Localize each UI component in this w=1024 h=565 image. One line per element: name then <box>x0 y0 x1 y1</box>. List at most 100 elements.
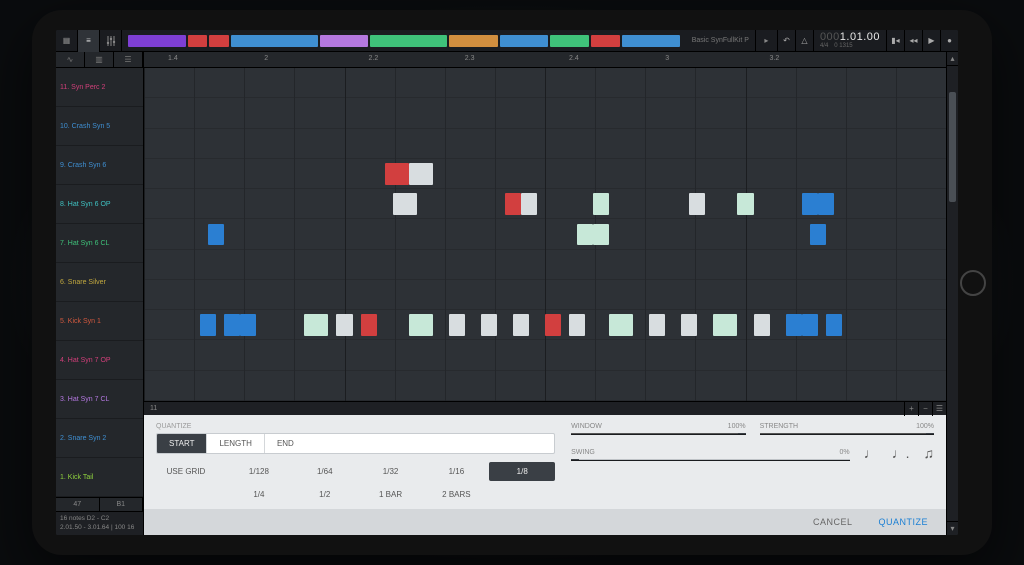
note[interactable] <box>361 314 377 336</box>
note[interactable] <box>609 314 633 336</box>
track-row[interactable]: 8. Hat Syn 6 OP <box>56 185 143 224</box>
note[interactable] <box>593 193 609 215</box>
undo-icon[interactable]: ↶ <box>777 30 795 51</box>
note[interactable] <box>505 193 521 215</box>
quantize-tab[interactable]: END <box>265 434 306 453</box>
metronome-icon[interactable]: △ <box>795 30 813 51</box>
swing-note-icons[interactable]: ♩ ♩. ♫ <box>864 445 934 461</box>
note-dotted-icon[interactable]: ♩. <box>892 445 910 461</box>
note[interactable] <box>449 314 465 336</box>
note[interactable] <box>224 314 240 336</box>
note-eighths-icon[interactable]: ♫ <box>924 445 935 461</box>
note[interactable] <box>569 314 585 336</box>
track-row[interactable]: 3. Hat Syn 7 CL <box>56 380 143 419</box>
note[interactable] <box>826 314 842 336</box>
grid-option[interactable]: 1/2 <box>292 485 358 504</box>
track-row[interactable]: 7. Hat Syn 6 CL <box>56 224 143 263</box>
scroll-down-icon[interactable]: ▾ <box>947 521 958 535</box>
quantize-button[interactable]: QUANTIZE <box>878 517 928 527</box>
track-row[interactable]: 11. Syn Perc 2 <box>56 68 143 107</box>
note[interactable] <box>713 314 737 336</box>
view-song-icon[interactable]: ▦ <box>56 30 78 52</box>
top-bar: ▦ ≡ Basic SynFullKit P ▸ ↶ △ 0001.01.00 … <box>56 30 958 52</box>
grid-options[interactable]: 1/1281/641/321/161/8 1/41/21 BAR2 BARS <box>226 462 555 504</box>
grid-option[interactable]: 1 BAR <box>358 485 424 504</box>
track-row[interactable]: 9. Crash Syn 6 <box>56 146 143 185</box>
swing-slider[interactable]: SWING0% <box>571 449 849 461</box>
track-row[interactable]: 1. Kick Tail <box>56 458 143 497</box>
play-overview-icon[interactable]: ▸ <box>755 30 777 52</box>
grid-option[interactable]: 1/64 <box>292 462 358 481</box>
view-edit-icon[interactable]: ≡ <box>78 30 100 52</box>
note[interactable] <box>810 224 826 246</box>
note[interactable] <box>409 314 433 336</box>
scroll-thumb[interactable] <box>949 92 956 202</box>
tool-select-icon[interactable]: ☰ <box>114 52 143 67</box>
track-row[interactable]: 2. Snare Syn 2 <box>56 419 143 458</box>
tablet-frame: ▦ ≡ Basic SynFullKit P ▸ ↶ △ 0001.01.00 … <box>32 10 992 555</box>
note[interactable] <box>818 193 834 215</box>
grid-option[interactable]: 1/8 <box>489 462 555 481</box>
selection-info: 16 notes D2 - C2 2.01.50 - 3.01.64 | 100… <box>56 511 143 535</box>
track-row[interactable]: 10. Crash Syn 5 <box>56 107 143 146</box>
quantize-tab[interactable]: LENGTH <box>207 434 264 453</box>
lane-add-icon[interactable]: + <box>904 402 918 416</box>
window-slider[interactable]: WINDOW100% <box>571 423 745 435</box>
note[interactable] <box>393 193 417 215</box>
grid-option[interactable]: 1/4 <box>226 485 292 504</box>
note[interactable] <box>521 193 537 215</box>
note[interactable] <box>513 314 529 336</box>
record-icon[interactable]: ● <box>940 30 958 51</box>
note[interactable] <box>689 193 705 215</box>
note[interactable] <box>737 193 753 215</box>
timeline-ruler[interactable]: 1.422.22.32.433.2 <box>144 52 946 68</box>
lane-remove-icon[interactable]: − <box>918 402 932 416</box>
note[interactable] <box>385 163 409 185</box>
note[interactable] <box>802 193 818 215</box>
lane-menu-icon[interactable]: ☰ <box>932 402 946 416</box>
note[interactable] <box>200 314 216 336</box>
timecode[interactable]: 0001.01.00 4/40 1315 <box>813 30 886 51</box>
note[interactable] <box>481 314 497 336</box>
grid-option[interactable]: 2 BARS <box>423 485 489 504</box>
goto-start-icon[interactable]: ▮◂ <box>886 30 904 51</box>
note[interactable] <box>409 163 433 185</box>
note-quarter-icon[interactable]: ♩ <box>864 445 878 461</box>
vertical-scrollbar[interactable]: ▴ ▾ <box>946 52 958 535</box>
quantize-tab[interactable]: START <box>157 434 207 453</box>
note[interactable] <box>593 224 609 246</box>
transport: ↶ △ 0001.01.00 4/40 1315 ▮◂ ◂◂ ▶ ● <box>777 30 958 51</box>
note[interactable] <box>240 314 256 336</box>
arrangement-overview[interactable] <box>128 35 680 47</box>
note-grid[interactable] <box>144 68 946 401</box>
note[interactable] <box>208 224 224 246</box>
quantize-mode-segment[interactable]: STARTLENGTHEND <box>156 433 555 454</box>
grid-option[interactable]: 1/32 <box>358 462 424 481</box>
note[interactable] <box>304 314 328 336</box>
note[interactable] <box>754 314 770 336</box>
note[interactable] <box>802 314 818 336</box>
note[interactable] <box>681 314 697 336</box>
scroll-up-icon[interactable]: ▴ <box>947 52 958 66</box>
rewind-icon[interactable]: ◂◂ <box>904 30 922 51</box>
track-row[interactable]: 4. Hat Syn 7 OP <box>56 341 143 380</box>
tool-grid-icon[interactable]: ▥ <box>85 52 114 67</box>
note[interactable] <box>786 314 802 336</box>
note[interactable] <box>336 314 352 336</box>
note[interactable] <box>649 314 665 336</box>
grid-option[interactable]: 1/16 <box>423 462 489 481</box>
track-row[interactable]: 5. Kick Syn 1 <box>56 302 143 341</box>
view-mixer-icon[interactable] <box>100 30 122 52</box>
note[interactable] <box>577 224 593 246</box>
use-grid-label: USE GRID <box>156 462 216 476</box>
note[interactable] <box>545 314 561 336</box>
cancel-button[interactable]: CANCEL <box>813 517 853 527</box>
track-row[interactable]: 6. Snare Silver <box>56 263 143 302</box>
home-button[interactable] <box>960 270 986 296</box>
grid-option[interactable]: 1/128 <box>226 462 292 481</box>
strength-slider[interactable]: STRENGTH100% <box>760 423 934 435</box>
tool-link-icon[interactable]: ∿ <box>56 52 85 67</box>
play-icon[interactable]: ▶ <box>922 30 940 51</box>
keyboard-range[interactable]: 47 B1 <box>56 497 143 511</box>
velocity-lane[interactable]: 11 + − ☰ <box>144 401 946 415</box>
